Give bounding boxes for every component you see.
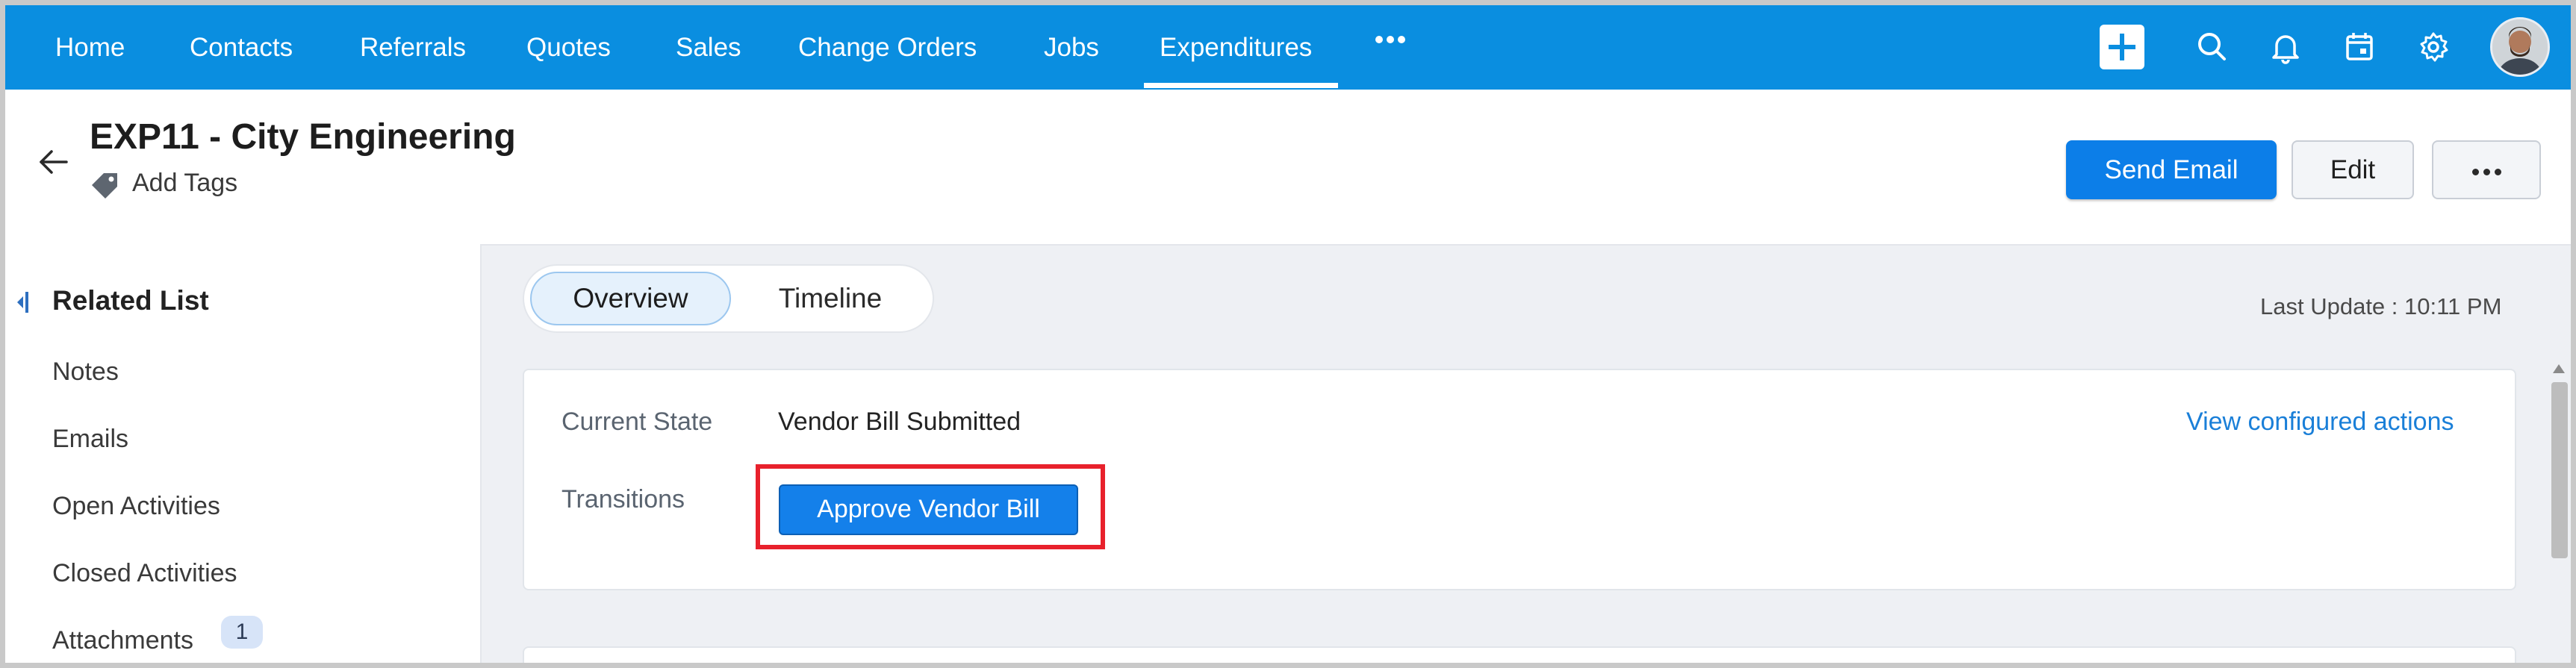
page-title: EXP11 - City Engineering xyxy=(90,117,516,157)
blueprint-card: Current State Vendor Bill Submitted View… xyxy=(523,369,2516,590)
top-navigation: Home Contacts Referrals Quotes Sales Cha… xyxy=(5,5,2571,90)
add-tags-link[interactable]: Add Tags xyxy=(132,169,237,198)
bell-icon[interactable] xyxy=(2265,26,2306,68)
back-arrow-icon[interactable] xyxy=(35,143,72,181)
nav-tab-change-orders[interactable]: Change Orders xyxy=(798,5,977,90)
current-state-value: Vendor Bill Submitted xyxy=(778,408,1021,436)
view-toggle: Overview Timeline xyxy=(523,264,934,333)
tag-icon[interactable] xyxy=(89,169,122,202)
tab-overview[interactable]: Overview xyxy=(530,272,731,325)
sidebar-item-notes[interactable]: Notes xyxy=(52,358,119,387)
tab-timeline[interactable]: Timeline xyxy=(756,272,905,325)
attachments-count-badge: 1 xyxy=(221,616,263,649)
last-update-text: Last Update : 10:11 PM xyxy=(2260,293,2502,319)
nav-tab-referrals[interactable]: Referrals xyxy=(360,5,466,90)
edit-button[interactable]: Edit xyxy=(2292,140,2414,199)
nav-tab-jobs[interactable]: Jobs xyxy=(1044,5,1099,90)
collapse-sidebar-icon[interactable] xyxy=(16,289,31,316)
more-actions-button[interactable] xyxy=(2432,140,2541,199)
details-card xyxy=(523,646,2516,663)
nav-tab-contacts[interactable]: Contacts xyxy=(190,5,293,90)
related-list-sidebar: Related List Notes Emails Open Activitie… xyxy=(5,244,482,663)
sidebar-item-open-activities[interactable]: Open Activities xyxy=(52,492,220,521)
gear-icon[interactable] xyxy=(2412,26,2454,68)
avatar[interactable] xyxy=(2490,17,2550,77)
transitions-label: Transitions xyxy=(561,485,685,514)
plus-icon[interactable] xyxy=(2100,25,2144,69)
sidebar-item-emails[interactable]: Emails xyxy=(52,425,128,454)
send-email-button[interactable]: Send Email xyxy=(2066,140,2277,199)
scrollbar-thumb[interactable] xyxy=(2551,382,2568,558)
view-configured-actions-link[interactable]: View configured actions xyxy=(2186,408,2454,437)
search-icon[interactable] xyxy=(2191,26,2233,68)
nav-tab-quotes[interactable]: Quotes xyxy=(526,5,611,90)
current-state-label: Current State xyxy=(561,408,713,436)
sidebar-item-attachments[interactable]: Attachments xyxy=(52,626,193,655)
nav-tab-expenditures[interactable]: Expenditures xyxy=(1160,5,1312,90)
approve-vendor-bill-button[interactable]: Approve Vendor Bill xyxy=(779,484,1078,535)
record-header: EXP11 - City Engineering Add Tags Send E… xyxy=(5,90,2571,246)
related-list-title: Related List xyxy=(52,285,209,316)
sidebar-item-closed-activities[interactable]: Closed Activities xyxy=(52,559,237,588)
nav-tab-home[interactable]: Home xyxy=(55,5,125,90)
calendar-icon[interactable] xyxy=(2339,26,2380,68)
active-tab-indicator xyxy=(1144,83,1338,88)
nav-tab-sales[interactable]: Sales xyxy=(676,5,741,90)
more-tabs-icon[interactable] xyxy=(1375,34,1409,60)
app-window: Home Contacts Referrals Quotes Sales Cha… xyxy=(5,5,2571,663)
scroll-up-icon[interactable] xyxy=(2550,361,2568,376)
